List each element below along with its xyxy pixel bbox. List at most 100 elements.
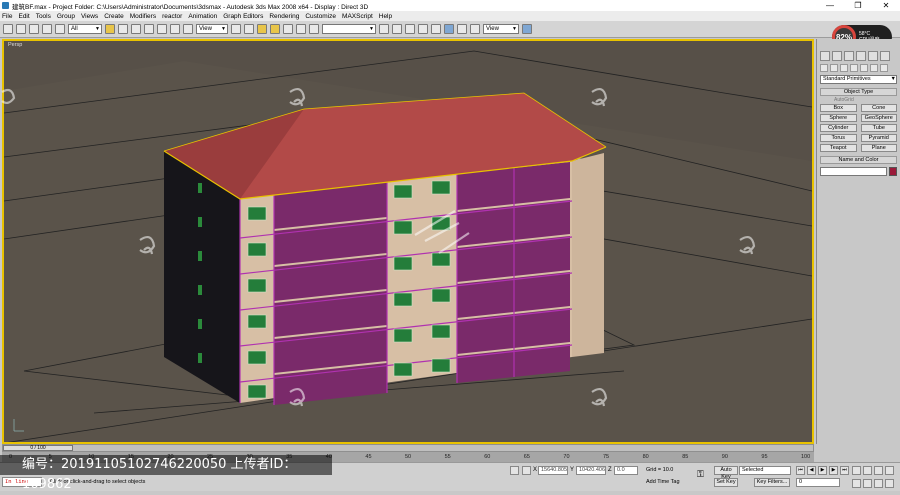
shapes-icon[interactable] bbox=[830, 64, 838, 72]
goto-start-icon[interactable]: ⏮ bbox=[796, 466, 805, 475]
undo-icon[interactable] bbox=[3, 24, 13, 34]
select-scale-icon[interactable] bbox=[183, 24, 193, 34]
create-tab-icon[interactable] bbox=[820, 51, 830, 61]
select-by-name-icon[interactable] bbox=[118, 24, 128, 34]
menu-create[interactable]: Create bbox=[104, 13, 124, 20]
mirror-icon[interactable] bbox=[379, 24, 389, 34]
spinner-snap-icon[interactable] bbox=[296, 24, 306, 34]
plane-button[interactable]: Plane bbox=[860, 144, 897, 152]
close-button[interactable]: ✕ bbox=[872, 0, 900, 11]
lock-selection-icon[interactable] bbox=[510, 466, 519, 475]
percent-snap-icon[interactable] bbox=[283, 24, 293, 34]
snaps-toggle-icon[interactable] bbox=[257, 24, 267, 34]
fov-icon[interactable] bbox=[874, 466, 883, 475]
select-object-icon[interactable] bbox=[105, 24, 115, 34]
zoom-icon[interactable] bbox=[852, 479, 861, 488]
current-frame-field[interactable]: 0 bbox=[796, 478, 840, 487]
time-config-icon[interactable] bbox=[852, 466, 861, 475]
redo-icon[interactable] bbox=[16, 24, 26, 34]
play-icon[interactable]: ▶ bbox=[818, 466, 827, 475]
rect-selection-icon[interactable] bbox=[131, 24, 141, 34]
render-setup-icon[interactable] bbox=[457, 24, 467, 34]
next-frame-icon[interactable]: ▶ bbox=[829, 466, 838, 475]
ref-coord-dropdown[interactable]: View ▼ bbox=[196, 24, 228, 34]
menu-animation[interactable]: Animation bbox=[188, 13, 217, 20]
menu-maxscript[interactable]: MAXScript bbox=[342, 13, 373, 20]
pyramid-button[interactable]: Pyramid bbox=[860, 134, 897, 142]
add-time-tag[interactable]: Add Time Tag bbox=[646, 479, 680, 485]
menu-modifiers[interactable]: Modifiers bbox=[130, 13, 156, 20]
time-slider-bar[interactable]: 0 / 100 bbox=[2, 444, 814, 452]
prev-frame-icon[interactable]: ◀ bbox=[807, 466, 816, 475]
autogrid-checkbox[interactable]: AutoGrid bbox=[834, 97, 897, 103]
angle-snap-icon[interactable] bbox=[270, 24, 280, 34]
pan-icon[interactable] bbox=[863, 466, 872, 475]
name-color-rollout[interactable]: Name and Color bbox=[820, 156, 897, 164]
quick-render-icon[interactable] bbox=[522, 24, 532, 34]
material-editor-icon[interactable] bbox=[444, 24, 454, 34]
menu-file[interactable]: File bbox=[2, 13, 12, 20]
menu-rendering[interactable]: Rendering bbox=[269, 13, 299, 20]
x-coordinate-field[interactable]: 15640.805 bbox=[538, 466, 568, 475]
menu-views[interactable]: Views bbox=[81, 13, 98, 20]
viewport-label[interactable]: Persp bbox=[8, 42, 22, 48]
select-manipulate-icon[interactable] bbox=[244, 24, 254, 34]
named-selection-dropdown[interactable]: ▼ bbox=[322, 24, 376, 34]
perspective-viewport[interactable]: Persp bbox=[2, 39, 814, 444]
systems-icon[interactable] bbox=[880, 64, 888, 72]
layer-manager-icon[interactable] bbox=[405, 24, 415, 34]
z-coordinate-field[interactable]: 0.0 bbox=[614, 466, 638, 475]
geometry-icon[interactable] bbox=[820, 64, 828, 72]
key-mode-dropdown[interactable]: Selected bbox=[739, 466, 791, 475]
teapot-button[interactable]: Teapot bbox=[820, 144, 857, 152]
object-type-rollout[interactable]: Object Type bbox=[820, 88, 897, 96]
lights-icon[interactable] bbox=[840, 64, 848, 72]
category-dropdown[interactable]: Standard Primitives ▼ bbox=[820, 75, 897, 84]
maximize-button[interactable]: ❐ bbox=[844, 0, 872, 11]
maximize-viewport-icon[interactable] bbox=[885, 466, 894, 475]
select-link-icon[interactable] bbox=[29, 24, 39, 34]
menu-reactor[interactable]: reactor bbox=[162, 13, 182, 20]
geosphere-button[interactable]: GeoSphere bbox=[860, 114, 897, 122]
menu-graph-editors[interactable]: Graph Editors bbox=[223, 13, 263, 20]
goto-end-icon[interactable]: ⏭ bbox=[840, 466, 849, 475]
zoom-extents-icon[interactable] bbox=[874, 479, 883, 488]
hierarchy-tab-icon[interactable] bbox=[844, 51, 854, 61]
object-color-swatch[interactable] bbox=[889, 167, 897, 176]
menu-customize[interactable]: Customize bbox=[305, 13, 336, 20]
cylinder-button[interactable]: Cylinder bbox=[820, 124, 857, 132]
select-rotate-icon[interactable] bbox=[170, 24, 180, 34]
cone-button[interactable]: Cone bbox=[860, 104, 897, 112]
box-button[interactable]: Box bbox=[820, 104, 857, 112]
modify-tab-icon[interactable] bbox=[832, 51, 842, 61]
utilities-tab-icon[interactable] bbox=[880, 51, 890, 61]
orbit-icon[interactable] bbox=[885, 479, 894, 488]
helpers-icon[interactable] bbox=[860, 64, 868, 72]
edit-named-selection-icon[interactable] bbox=[309, 24, 319, 34]
window-crossing-icon[interactable] bbox=[144, 24, 154, 34]
unlink-icon[interactable] bbox=[42, 24, 52, 34]
motion-tab-icon[interactable] bbox=[856, 51, 866, 61]
render-view-dropdown[interactable]: View ▼ bbox=[483, 24, 519, 34]
display-tab-icon[interactable] bbox=[868, 51, 878, 61]
set-key-button[interactable]: Set Key bbox=[714, 478, 738, 487]
key-filters-button[interactable]: Key Filters... bbox=[754, 478, 790, 487]
align-icon[interactable] bbox=[392, 24, 402, 34]
time-slider[interactable]: 0 / 100 bbox=[3, 445, 73, 451]
bind-space-warp-icon[interactable] bbox=[55, 24, 65, 34]
menu-group[interactable]: Group bbox=[57, 13, 75, 20]
menu-tools[interactable]: Tools bbox=[36, 13, 51, 20]
absolute-mode-icon[interactable] bbox=[522, 466, 531, 475]
select-move-icon[interactable] bbox=[157, 24, 167, 34]
zoom-all-icon[interactable] bbox=[863, 479, 872, 488]
sphere-button[interactable]: Sphere bbox=[820, 114, 857, 122]
rendered-frame-icon[interactable] bbox=[470, 24, 480, 34]
pivot-center-icon[interactable] bbox=[231, 24, 241, 34]
y-coordinate-field[interactable]: 10420.406 bbox=[576, 466, 606, 475]
torus-button[interactable]: Torus bbox=[820, 134, 857, 142]
set-key-icon[interactable]: ⚿ bbox=[697, 469, 704, 480]
menu-help[interactable]: Help bbox=[379, 13, 392, 20]
cameras-icon[interactable] bbox=[850, 64, 858, 72]
selection-filter-dropdown[interactable]: All ▼ bbox=[68, 24, 102, 34]
schematic-view-icon[interactable] bbox=[431, 24, 441, 34]
